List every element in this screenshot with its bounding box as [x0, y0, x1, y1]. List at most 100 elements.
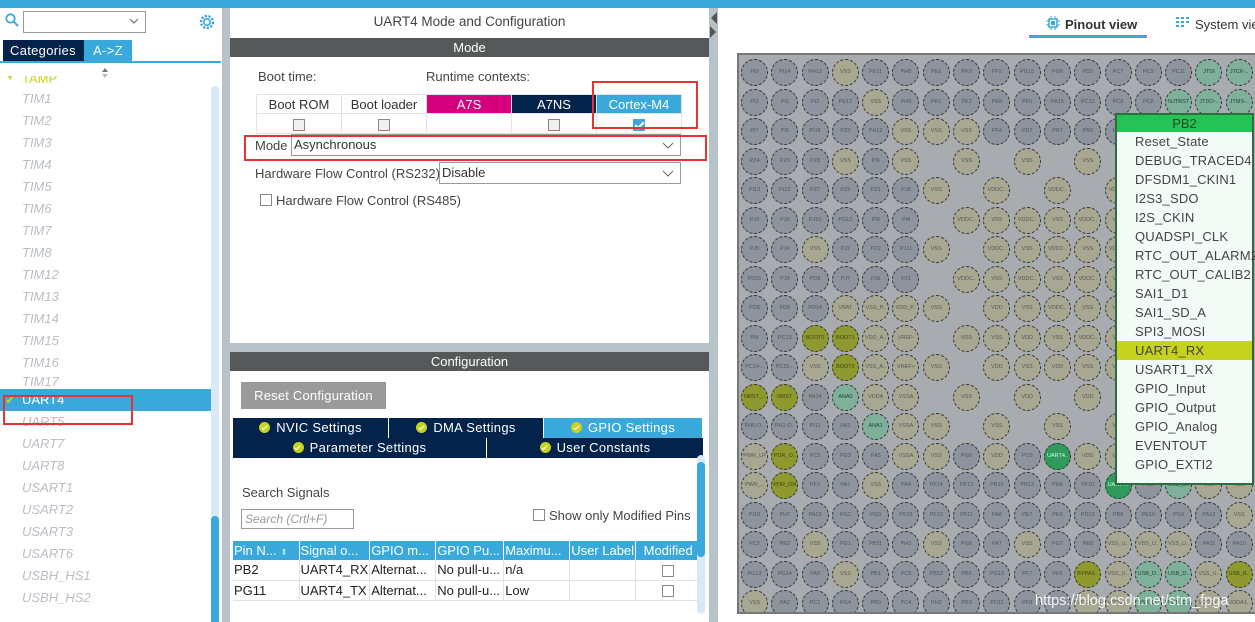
boot-rom-checkbox[interactable]: [293, 118, 305, 131]
list-item[interactable]: TIM15: [0, 330, 211, 352]
pin-vss[interactable]: VSS: [801, 354, 829, 381]
pin-pg5[interactable]: PG5: [953, 442, 981, 470]
pin-pdr-o-[interactable]: PDR_O..: [771, 442, 799, 470]
pin-pk2[interactable]: PK2: [953, 88, 981, 116]
col-signal[interactable]: Signal o...: [299, 541, 371, 560]
pin-pi4[interactable]: PI4: [892, 206, 920, 234]
pin-pc2[interactable]: PC2: [741, 531, 768, 558]
pin-vddc-[interactable]: VDDC..: [1043, 177, 1071, 204]
list-item-tamp[interactable]: ▼ TAMP: [0, 76, 211, 88]
pin-pi6[interactable]: PI6: [862, 147, 890, 175]
pin-vddc-[interactable]: VDDC..: [953, 206, 981, 234]
pin-vss[interactable]: VSS: [922, 236, 950, 263]
pin-vss[interactable]: VSS: [892, 118, 920, 145]
pin-pb13[interactable]: PB13: [1013, 472, 1041, 499]
pin-pf7[interactable]: PF7: [1013, 560, 1041, 588]
peripheral-scrollbar-thumb[interactable]: [211, 516, 219, 622]
pin-pf6[interactable]: PF6: [1043, 560, 1071, 588]
pin-pj5[interactable]: PJ5: [741, 236, 768, 263]
list-item[interactable]: TIM1: [0, 88, 211, 110]
list-item[interactable]: TIM14: [0, 308, 211, 330]
pin-vss[interactable]: VSS: [922, 531, 950, 558]
sidebar-splitter[interactable]: [222, 8, 230, 622]
pin-vdd[interactable]: VDD: [1013, 383, 1041, 411]
modified-checkbox[interactable]: [662, 585, 675, 598]
pin-pb12[interactable]: PB12: [922, 560, 950, 588]
pin-pa12[interactable]: PA12: [1195, 501, 1223, 529]
pin-pc5[interactable]: PC5: [892, 560, 920, 588]
pin-ph6[interactable]: PH6: [1043, 472, 1071, 499]
pin-pd8[interactable]: PD8: [741, 295, 768, 322]
pin-pc12[interactable]: PC12: [1074, 88, 1102, 116]
pin-pa15[interactable]: PA15: [1043, 88, 1071, 116]
tab-categories[interactable]: Categories: [3, 40, 84, 62]
pin-pg13[interactable]: PG13: [741, 560, 768, 588]
pin-pg8[interactable]: PG8: [1043, 59, 1071, 86]
pin-vddc-[interactable]: VDDC..: [1074, 206, 1102, 234]
tab-nvic-settings[interactable]: NVIC Settings: [233, 418, 389, 438]
pin-boot2[interactable]: BOOT2: [831, 354, 859, 381]
pin-pi8[interactable]: PI8: [741, 324, 768, 352]
pin-boot0[interactable]: BOOT0: [801, 324, 829, 352]
pin-vddc-[interactable]: VDDC..: [983, 177, 1011, 204]
pin-vss-u-[interactable]: VSS_U..: [1165, 531, 1193, 558]
pin-pb1[interactable]: PB1: [862, 560, 890, 588]
popup-item[interactable]: SAI1_SD_A: [1117, 303, 1252, 322]
pin-pf4[interactable]: PF4: [983, 118, 1011, 145]
pin-pz1[interactable]: PZ1: [862, 177, 890, 204]
pin-vddc-[interactable]: VDDC..: [1074, 265, 1102, 293]
pin-pd2[interactable]: PD2: [1074, 59, 1102, 86]
pin-pi9[interactable]: PI9: [862, 206, 890, 234]
popup-item[interactable]: GPIO_Output: [1117, 398, 1252, 417]
list-item[interactable]: TIM17: [0, 374, 211, 389]
pin-vss[interactable]: VSS: [1074, 354, 1102, 381]
popup-item[interactable]: RTC_OUT_ALARM2: [1117, 246, 1255, 265]
tab-dma-settings[interactable]: DMA Settings: [389, 418, 544, 438]
hfc-rs485-checkbox[interactable]: [260, 194, 272, 206]
table-row[interactable]: PG11 UART4_TX Alternat... No pull-u... L…: [233, 580, 702, 601]
pin-pe9[interactable]: PE9: [1043, 501, 1071, 529]
pin-pa7[interactable]: PA7: [983, 531, 1011, 558]
pin-pa0[interactable]: PA0: [801, 560, 829, 588]
pin-pa13[interactable]: PA13: [801, 501, 829, 529]
pin-ph8[interactable]: PH8: [892, 59, 920, 86]
pin-pe8[interactable]: PE8: [1074, 531, 1102, 558]
col-user-label[interactable]: User Label: [569, 541, 637, 560]
pin-pg1[interactable]: PG1: [831, 531, 859, 558]
pin-vss[interactable]: VSS: [983, 413, 1011, 440]
pin-pa11[interactable]: PA11: [1195, 531, 1223, 558]
pin-pz3[interactable]: PZ3: [831, 118, 859, 145]
pin-vss[interactable]: VSS: [1013, 147, 1041, 175]
pin-pa1[interactable]: PA1: [831, 472, 859, 499]
pin-pb3[interactable]: PB3: [953, 590, 981, 612]
pin-vss[interactable]: VSS: [922, 118, 950, 145]
table-row[interactable]: PB2 UART4_RX Alternat... No pull-u... n/…: [233, 560, 702, 581]
pin-pc13[interactable]: PC13: [771, 324, 799, 352]
pin-pj7[interactable]: PJ7: [831, 265, 859, 293]
pin-pc8[interactable]: PC8: [1134, 88, 1162, 116]
pin-pk1[interactable]: PK1: [922, 88, 950, 116]
pin-vdda1-[interactable]: VDDA1..: [1225, 590, 1253, 612]
pin-pwr-[interactable]: PWR_..: [741, 472, 768, 499]
pin-vss-p-[interactable]: VSS_P..: [862, 295, 890, 322]
pin-vss[interactable]: VSS: [1043, 413, 1071, 440]
pin-vss[interactable]: VSS: [1043, 206, 1071, 234]
pin-pc8[interactable]: PC8: [1104, 88, 1132, 116]
pin-pf13[interactable]: PF13: [922, 501, 950, 529]
pin-vdd[interactable]: VDD: [983, 442, 1011, 470]
list-item[interactable]: USART6: [0, 543, 211, 565]
pin-pc1[interactable]: PC1: [801, 590, 829, 612]
modified-checkbox[interactable]: [662, 564, 675, 577]
pin-vdd[interactable]: VDD: [1074, 442, 1102, 470]
pin-pj10[interactable]: PJ10: [801, 206, 829, 234]
pin-pf0[interactable]: PF0: [1013, 88, 1041, 116]
pin-jtms-[interactable]: JTMS-..: [1225, 88, 1253, 116]
tab-a-to-z[interactable]: A->Z: [84, 40, 132, 62]
pin-pf15[interactable]: PF15: [892, 501, 920, 529]
pin-vss-a-[interactable]: VSS_A..: [862, 354, 890, 381]
popup-item[interactable]: GPIO_Analog: [1117, 417, 1252, 436]
pin-pb11[interactable]: PB11: [862, 531, 890, 558]
pin-vss[interactable]: VSS: [862, 472, 890, 499]
pin-pf12[interactable]: PF12: [953, 472, 981, 499]
pin-pe7[interactable]: PE7: [1013, 501, 1041, 529]
